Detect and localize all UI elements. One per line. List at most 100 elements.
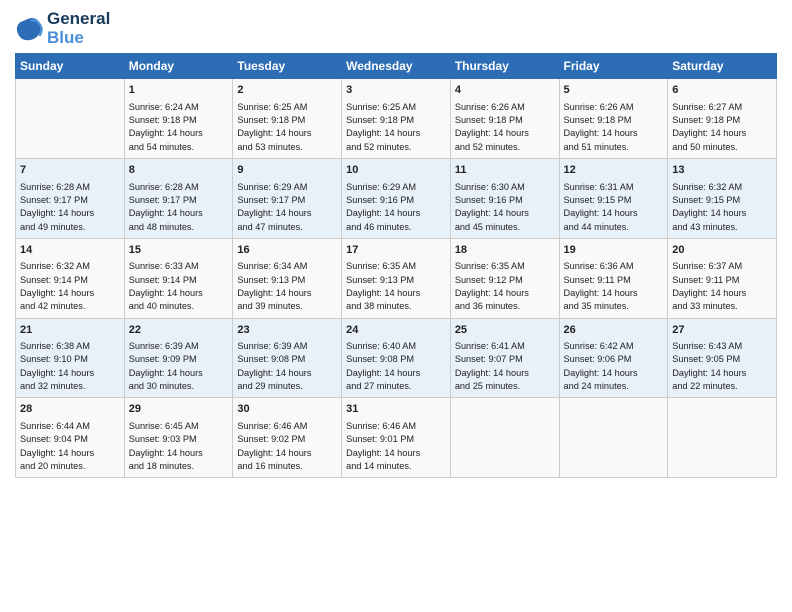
day-number: 14 [20, 243, 120, 258]
cell-info: Sunrise: 6:32 AM Sunset: 9:15 PM Dayligh… [672, 181, 772, 234]
calendar-cell: 18 Sunrise: 6:35 AM Sunset: 9:12 PM Dayli… [450, 238, 559, 318]
day-number: 4 [455, 83, 555, 98]
cell-info: Sunrise: 6:33 AM Sunset: 9:14 PM Dayligh… [129, 260, 229, 313]
calendar-cell: 28 Sunrise: 6:44 AM Sunset: 9:04 PM Dayli… [16, 398, 125, 478]
calendar-cell: 8Sunrise: 6:28 AM Sunset: 9:17 PM Daylig… [124, 159, 233, 239]
calendar-cell: 9 Sunrise: 6:29 AM Sunset: 9:17 PM Daylig… [233, 159, 342, 239]
day-number: 20 [672, 243, 772, 258]
day-number: 7 [20, 163, 120, 178]
cell-info: Sunrise: 6:37 AM Sunset: 9:11 PM Dayligh… [672, 260, 772, 313]
logo-icon [15, 15, 43, 43]
calendar-cell: 2 Sunrise: 6:25 AM Sunset: 9:18 PM Daylig… [233, 79, 342, 159]
calendar-cell: 12Sunrise: 6:31 AM Sunset: 9:15 PM Dayli… [559, 159, 668, 239]
cell-info: Sunrise: 6:39 AM Sunset: 9:08 PM Dayligh… [237, 340, 337, 393]
calendar-cell: 11Sunrise: 6:30 AM Sunset: 9:16 PM Dayli… [450, 159, 559, 239]
day-number: 31 [346, 402, 446, 417]
day-number: 18 [455, 243, 555, 258]
calendar-cell: 6 Sunrise: 6:27 AM Sunset: 9:18 PM Daylig… [668, 79, 777, 159]
day-number: 8 [129, 163, 229, 178]
week-row-2: 7Sunrise: 6:28 AM Sunset: 9:17 PM Daylig… [16, 159, 777, 239]
cell-info: Sunrise: 6:35 AM Sunset: 9:13 PM Dayligh… [346, 260, 446, 313]
cell-info: Sunrise: 6:41 AM Sunset: 9:07 PM Dayligh… [455, 340, 555, 393]
calendar-cell: 29Sunrise: 6:45 AM Sunset: 9:03 PM Dayli… [124, 398, 233, 478]
calendar-cell: 15Sunrise: 6:33 AM Sunset: 9:14 PM Dayli… [124, 238, 233, 318]
day-number: 10 [346, 163, 446, 178]
day-number: 5 [564, 83, 664, 98]
day-number: 25 [455, 323, 555, 338]
day-number: 30 [237, 402, 337, 417]
day-number: 16 [237, 243, 337, 258]
day-number: 23 [237, 323, 337, 338]
calendar-cell: 25 Sunrise: 6:41 AM Sunset: 9:07 PM Dayli… [450, 318, 559, 398]
cell-info: Sunrise: 6:26 AM Sunset: 9:18 PM Dayligh… [564, 101, 664, 154]
calendar-cell: 24 Sunrise: 6:40 AM Sunset: 9:08 PM Dayli… [342, 318, 451, 398]
day-number: 12 [564, 163, 664, 178]
calendar-cell: 22Sunrise: 6:39 AM Sunset: 9:09 PM Dayli… [124, 318, 233, 398]
calendar-cell: 13 Sunrise: 6:32 AM Sunset: 9:15 PM Dayli… [668, 159, 777, 239]
header-cell-wednesday: Wednesday [342, 54, 451, 79]
day-number: 27 [672, 323, 772, 338]
day-number: 28 [20, 402, 120, 417]
day-number: 17 [346, 243, 446, 258]
day-number: 13 [672, 163, 772, 178]
cell-info: Sunrise: 6:34 AM Sunset: 9:13 PM Dayligh… [237, 260, 337, 313]
calendar-cell: 19 Sunrise: 6:36 AM Sunset: 9:11 PM Dayli… [559, 238, 668, 318]
cell-info: Sunrise: 6:45 AM Sunset: 9:03 PM Dayligh… [129, 420, 229, 473]
page: General Blue SundayMondayTuesdayWednesda… [0, 0, 792, 612]
week-row-4: 21 Sunrise: 6:38 AM Sunset: 9:10 PM Dayli… [16, 318, 777, 398]
cell-info: Sunrise: 6:44 AM Sunset: 9:04 PM Dayligh… [20, 420, 120, 473]
calendar-cell [16, 79, 125, 159]
cell-info: Sunrise: 6:46 AM Sunset: 9:01 PM Dayligh… [346, 420, 446, 473]
calendar-cell: 26Sunrise: 6:42 AM Sunset: 9:06 PM Dayli… [559, 318, 668, 398]
cell-info: Sunrise: 6:39 AM Sunset: 9:09 PM Dayligh… [129, 340, 229, 393]
calendar-cell: 31 Sunrise: 6:46 AM Sunset: 9:01 PM Dayli… [342, 398, 451, 478]
header-cell-friday: Friday [559, 54, 668, 79]
day-number: 1 [129, 83, 229, 98]
cell-info: Sunrise: 6:42 AM Sunset: 9:06 PM Dayligh… [564, 340, 664, 393]
cell-info: Sunrise: 6:29 AM Sunset: 9:16 PM Dayligh… [346, 181, 446, 234]
calendar-cell: 16 Sunrise: 6:34 AM Sunset: 9:13 PM Dayli… [233, 238, 342, 318]
cell-info: Sunrise: 6:27 AM Sunset: 9:18 PM Dayligh… [672, 101, 772, 154]
header: General Blue [15, 10, 777, 47]
day-number: 9 [237, 163, 337, 178]
cell-info: Sunrise: 6:35 AM Sunset: 9:12 PM Dayligh… [455, 260, 555, 313]
day-number: 2 [237, 83, 337, 98]
calendar-cell: 4Sunrise: 6:26 AM Sunset: 9:18 PM Daylig… [450, 79, 559, 159]
cell-info: Sunrise: 6:43 AM Sunset: 9:05 PM Dayligh… [672, 340, 772, 393]
calendar-cell: 1Sunrise: 6:24 AM Sunset: 9:18 PM Daylig… [124, 79, 233, 159]
logo-text-line1: General [47, 10, 110, 29]
cell-info: Sunrise: 6:40 AM Sunset: 9:08 PM Dayligh… [346, 340, 446, 393]
calendar-cell: 27 Sunrise: 6:43 AM Sunset: 9:05 PM Dayli… [668, 318, 777, 398]
calendar-cell: 3Sunrise: 6:25 AM Sunset: 9:18 PM Daylig… [342, 79, 451, 159]
calendar-cell: 21 Sunrise: 6:38 AM Sunset: 9:10 PM Dayli… [16, 318, 125, 398]
day-number: 19 [564, 243, 664, 258]
calendar-cell [559, 398, 668, 478]
calendar-cell: 10 Sunrise: 6:29 AM Sunset: 9:16 PM Dayli… [342, 159, 451, 239]
calendar-table: SundayMondayTuesdayWednesdayThursdayFrid… [15, 53, 777, 478]
calendar-cell: 30 Sunrise: 6:46 AM Sunset: 9:02 PM Dayli… [233, 398, 342, 478]
calendar-cell: 5 Sunrise: 6:26 AM Sunset: 9:18 PM Daylig… [559, 79, 668, 159]
cell-info: Sunrise: 6:38 AM Sunset: 9:10 PM Dayligh… [20, 340, 120, 393]
day-number: 21 [20, 323, 120, 338]
cell-info: Sunrise: 6:46 AM Sunset: 9:02 PM Dayligh… [237, 420, 337, 473]
cell-info: Sunrise: 6:25 AM Sunset: 9:18 PM Dayligh… [237, 101, 337, 154]
week-row-5: 28 Sunrise: 6:44 AM Sunset: 9:04 PM Dayli… [16, 398, 777, 478]
cell-info: Sunrise: 6:29 AM Sunset: 9:17 PM Dayligh… [237, 181, 337, 234]
day-number: 6 [672, 83, 772, 98]
day-number: 24 [346, 323, 446, 338]
cell-info: Sunrise: 6:36 AM Sunset: 9:11 PM Dayligh… [564, 260, 664, 313]
week-row-1: 1Sunrise: 6:24 AM Sunset: 9:18 PM Daylig… [16, 79, 777, 159]
logo: General Blue [15, 10, 110, 47]
logo-text-line2: Blue [47, 29, 110, 48]
header-row: SundayMondayTuesdayWednesdayThursdayFrid… [16, 54, 777, 79]
calendar-cell: 23 Sunrise: 6:39 AM Sunset: 9:08 PM Dayli… [233, 318, 342, 398]
calendar-cell [450, 398, 559, 478]
week-row-3: 14 Sunrise: 6:32 AM Sunset: 9:14 PM Dayli… [16, 238, 777, 318]
calendar-cell: 17 Sunrise: 6:35 AM Sunset: 9:13 PM Dayli… [342, 238, 451, 318]
day-number: 11 [455, 163, 555, 178]
header-cell-saturday: Saturday [668, 54, 777, 79]
cell-info: Sunrise: 6:32 AM Sunset: 9:14 PM Dayligh… [20, 260, 120, 313]
calendar-cell [668, 398, 777, 478]
calendar-cell: 20 Sunrise: 6:37 AM Sunset: 9:11 PM Dayli… [668, 238, 777, 318]
cell-info: Sunrise: 6:25 AM Sunset: 9:18 PM Dayligh… [346, 101, 446, 154]
